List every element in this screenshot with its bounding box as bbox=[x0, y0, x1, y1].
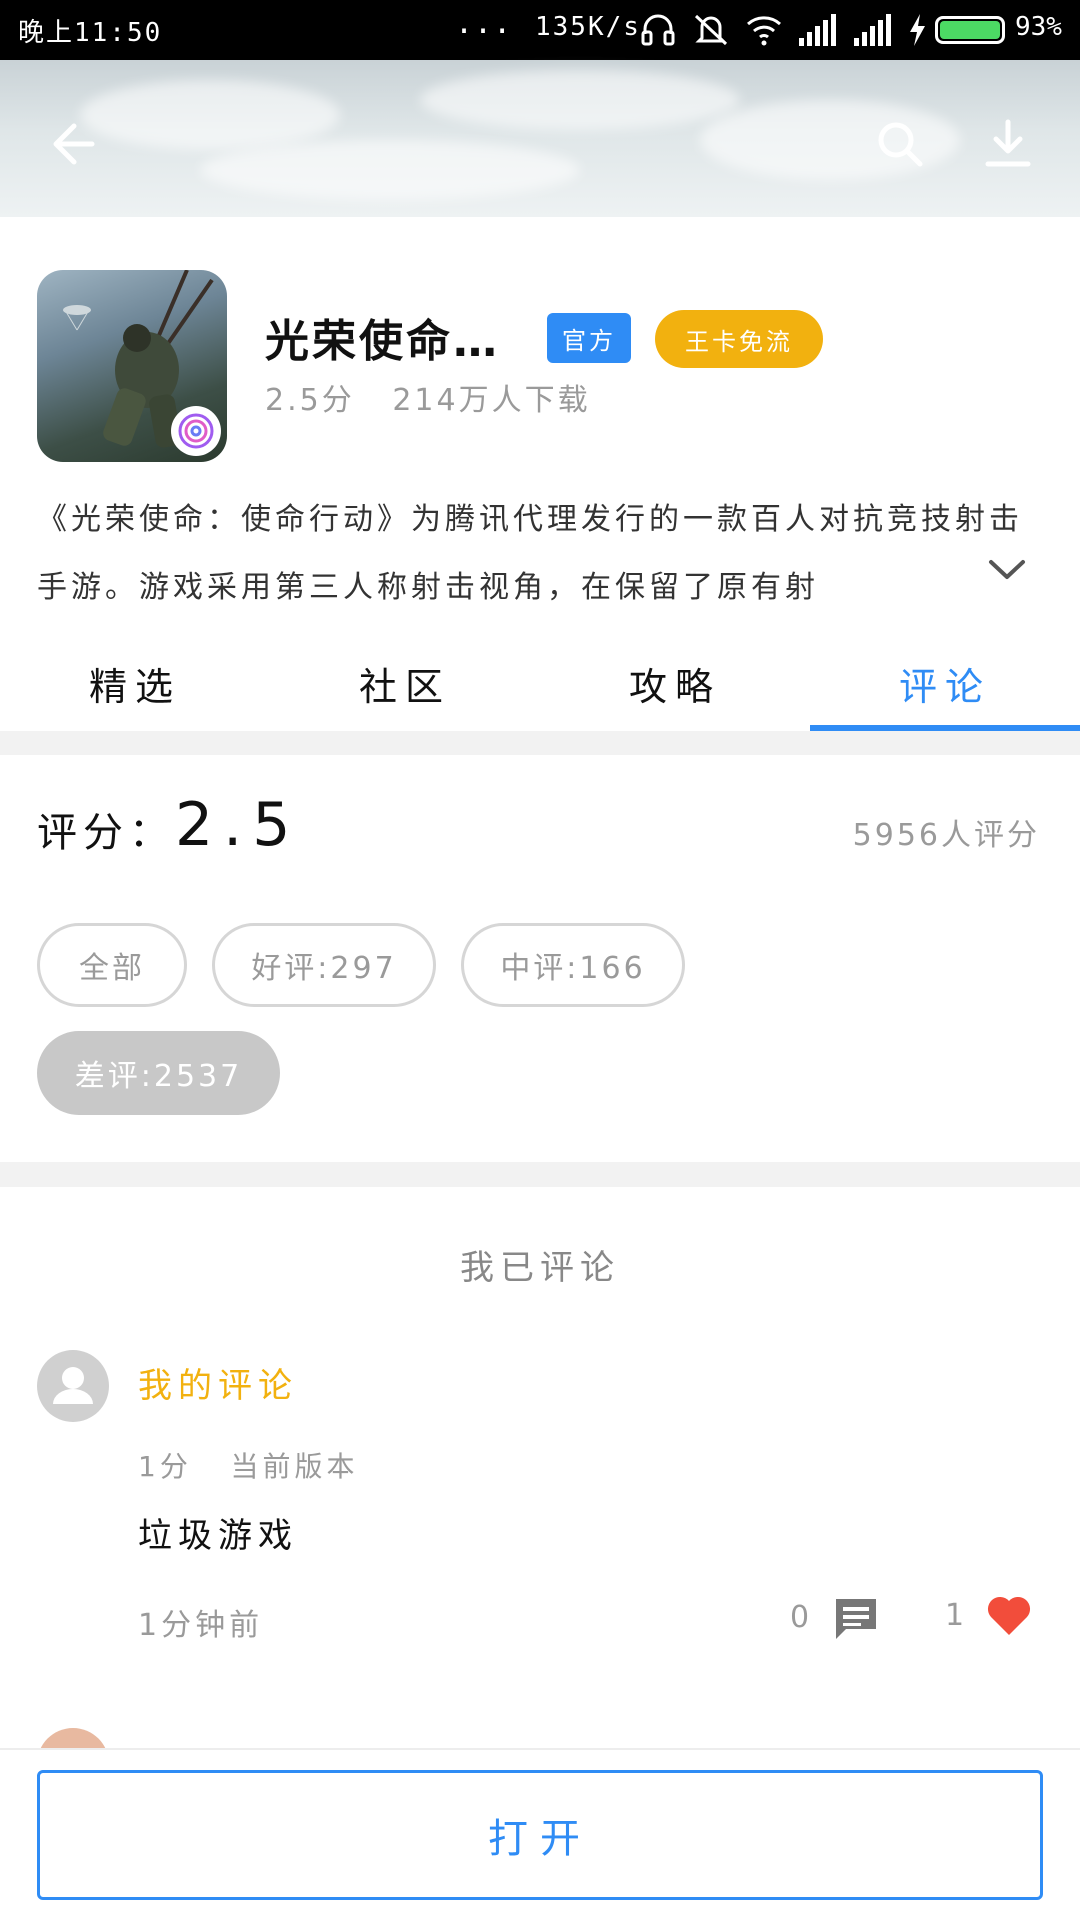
spiral-logo-icon bbox=[178, 413, 214, 449]
avatar[interactable] bbox=[37, 1350, 109, 1422]
header-banner bbox=[0, 60, 1080, 217]
tab-bar: 精选 社区 攻略 评论 bbox=[0, 635, 1080, 731]
signal-icon bbox=[799, 14, 836, 46]
app-icon bbox=[37, 270, 227, 462]
user-placeholder-icon bbox=[53, 1367, 93, 1404]
review-time: 1分钟前 bbox=[138, 1608, 264, 1643]
heart-icon[interactable] bbox=[985, 1593, 1033, 1637]
filter-all-chip[interactable]: 全部 bbox=[37, 923, 187, 1007]
official-tag: 官方 bbox=[547, 313, 631, 363]
charging-icon bbox=[910, 14, 925, 46]
description-fade bbox=[870, 555, 980, 615]
mute-icon bbox=[694, 14, 728, 46]
free-data-tag[interactable]: 王卡免流 bbox=[655, 310, 823, 368]
section-divider bbox=[0, 731, 1080, 755]
back-button[interactable] bbox=[40, 112, 104, 176]
filter-good-chip[interactable]: 好评:297 bbox=[212, 923, 436, 1007]
score-label: 评分： bbox=[37, 810, 175, 856]
chevron-down-icon bbox=[989, 560, 1025, 579]
my-review-section-title: 我已评论 bbox=[460, 1248, 620, 1288]
review-version: 当前版本 bbox=[230, 1450, 359, 1483]
reply-count: 0 bbox=[790, 1600, 810, 1635]
battery-percent: 93% bbox=[1015, 12, 1062, 42]
status-net-speed: 135K/s bbox=[535, 12, 641, 42]
filter-medium-chip[interactable]: 中评:166 bbox=[461, 923, 685, 1007]
search-button[interactable] bbox=[868, 112, 932, 176]
comment-icon[interactable] bbox=[832, 1595, 880, 1643]
headset-icon bbox=[641, 14, 675, 46]
open-app-button[interactable]: 打开 bbox=[37, 1770, 1043, 1900]
wifi-icon bbox=[747, 16, 781, 46]
review-score: 1分 bbox=[138, 1450, 192, 1483]
battery-icon bbox=[935, 16, 1005, 44]
status-bar: 晚上11:50 ... 135K/s 93% bbox=[0, 0, 1080, 60]
game-badge bbox=[171, 406, 221, 456]
status-time: 晚上11:50 bbox=[18, 18, 163, 48]
score-value: 2.5 bbox=[175, 790, 301, 860]
back-arrow-icon bbox=[53, 123, 95, 165]
tab-guides[interactable]: 攻略 bbox=[540, 635, 810, 731]
signal-icon bbox=[854, 14, 891, 46]
filter-bad-chip[interactable]: 差评:2537 bbox=[37, 1031, 280, 1115]
status-more-dots: ... bbox=[455, 6, 513, 41]
review-meta: 1分 当前版本 bbox=[138, 1445, 359, 1485]
app-title: 光荣使命… bbox=[265, 316, 500, 367]
section-divider bbox=[0, 1162, 1080, 1187]
download-button[interactable] bbox=[976, 112, 1040, 176]
raters-count: 5956人评分 bbox=[852, 818, 1040, 853]
expand-description-button[interactable] bbox=[985, 548, 1029, 592]
search-icon bbox=[878, 122, 923, 167]
app-downloads: 214万人下载 bbox=[392, 383, 591, 418]
review-text: 垃圾游戏 bbox=[138, 1516, 298, 1556]
tab-featured[interactable]: 精选 bbox=[0, 635, 270, 731]
app-rating: 2.5分 bbox=[265, 383, 355, 418]
like-count: 1 bbox=[945, 1598, 965, 1633]
app-meta: 2.5分 214万人下载 bbox=[265, 375, 591, 419]
tab-community[interactable]: 社区 bbox=[270, 635, 540, 731]
download-icon bbox=[985, 119, 1031, 167]
tab-reviews[interactable]: 评论 bbox=[810, 635, 1080, 731]
review-author: 我的评论 bbox=[138, 1366, 298, 1406]
